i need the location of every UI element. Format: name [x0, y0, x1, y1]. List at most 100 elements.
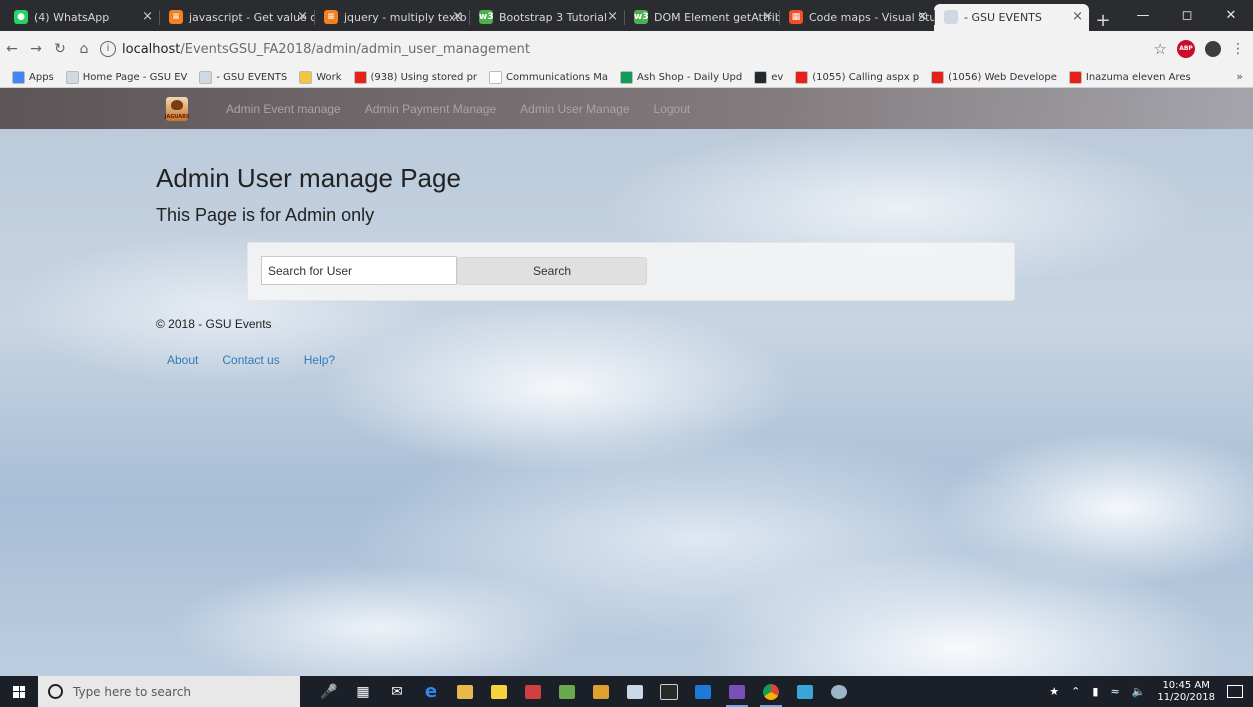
reload-icon[interactable]: ↻ — [48, 41, 72, 57]
edge-icon[interactable]: e — [414, 676, 448, 707]
menu-kebab-icon[interactable]: ⋮ — [1231, 41, 1245, 57]
clock[interactable]: 10:45 AM 11/20/2018 — [1157, 680, 1215, 704]
close-tab-icon[interactable]: × — [452, 9, 463, 25]
footer-copyright: © 2018 - GSU Events — [156, 317, 272, 331]
bookmark-star-icon[interactable]: ☆ — [1154, 40, 1167, 58]
people-icon[interactable]: ★ — [1049, 685, 1059, 698]
app-blue-icon[interactable] — [686, 676, 720, 707]
browser-tab[interactable]: - GSU EVENTS × — [934, 4, 1089, 31]
terminal-icon[interactable] — [652, 676, 686, 707]
paint-palette-icon[interactable] — [822, 676, 856, 707]
youtube-icon — [795, 70, 809, 84]
search-button[interactable]: Search — [457, 257, 647, 285]
nav-link[interactable]: Admin Event manage — [226, 102, 341, 116]
bookmark-label: Work — [316, 71, 342, 83]
microphone-icon[interactable]: 🎤 — [312, 676, 346, 707]
brand-text: JAGUARS — [164, 114, 190, 120]
bookmark-item[interactable]: (1055) Calling aspx p — [795, 70, 919, 84]
w3schools-icon: w3 — [634, 10, 649, 24]
search-user-input[interactable] — [261, 256, 457, 285]
bookmark-label: Home Page - GSU EV — [82, 71, 188, 83]
mail-icon[interactable]: ✉ — [380, 676, 414, 707]
wifi-icon[interactable]: ≈ — [1110, 685, 1119, 698]
bookmark-item[interactable]: (1056) Web Develope — [931, 70, 1057, 84]
tab-title: jquery - multiply textb — [344, 11, 467, 24]
nav-link[interactable]: Admin User Manage — [520, 102, 629, 116]
browser-tab[interactable]: w3 Bootstrap 3 Tutorial × — [469, 4, 624, 31]
tab-title: DOM Element getAttrib — [654, 11, 779, 24]
bookmarks-overflow-icon[interactable]: » — [1236, 70, 1243, 83]
app-cyan-icon[interactable] — [788, 676, 822, 707]
back-icon[interactable]: ← — [0, 41, 24, 57]
tab-title: javascript - Get value o — [189, 11, 314, 24]
site-navbar: JAGUARS Admin Event manage Admin Payment … — [0, 88, 1253, 129]
paint-icon[interactable] — [618, 676, 652, 707]
bookmark-item[interactable]: (938) Using stored pr — [353, 70, 478, 84]
bookmark-label: Inazuma eleven Ares — [1085, 71, 1191, 83]
bookmark-item[interactable]: Inazuma eleven Ares — [1068, 70, 1191, 84]
maximize-icon[interactable]: ◻ — [1165, 0, 1209, 30]
close-tab-icon[interactable]: × — [917, 9, 928, 25]
volume-icon[interactable]: 🔈 — [1132, 685, 1146, 698]
tab-title: Code maps - Visual Stu — [809, 11, 934, 24]
start-button[interactable] — [0, 676, 38, 707]
site-info-icon[interactable]: i — [100, 41, 116, 57]
new-tab-button[interactable]: + — [1089, 10, 1117, 31]
close-tab-icon[interactable]: × — [297, 9, 308, 25]
tab-list: ● (4) WhatsApp × ≡ javascript - Get value o ×… — [0, 4, 1089, 31]
whatsapp-icon: ● — [14, 10, 28, 24]
close-tab-icon[interactable]: × — [1072, 9, 1083, 25]
notifications-icon[interactable] — [1227, 685, 1243, 698]
nav-link[interactable]: Logout — [654, 102, 691, 116]
bookmark-item[interactable]: Apps — [12, 70, 54, 84]
browser-tab[interactable]: ≡ jquery - multiply textb × — [314, 4, 469, 31]
nav-links: Admin Event manage Admin Payment Manage Ad… — [226, 88, 714, 129]
app-green-icon[interactable] — [550, 676, 584, 707]
browser-tab[interactable]: ● (4) WhatsApp × — [4, 4, 159, 31]
windows-logo-icon — [13, 685, 25, 698]
apps-grid-icon — [12, 70, 25, 84]
battery-icon[interactable]: ▮ — [1092, 685, 1098, 698]
clock-time: 10:45 AM — [1162, 679, 1210, 691]
address-bar[interactable]: i localhost/EventsGSU_FA2018/admin/admin… — [100, 36, 1190, 62]
bookmark-item[interactable]: Communications Ma — [489, 70, 608, 84]
sticky-notes-icon[interactable] — [482, 676, 516, 707]
footer-link[interactable]: Contact us — [222, 353, 279, 367]
bookmark-item[interactable]: Home Page - GSU EV — [65, 70, 188, 84]
main-content: Admin User manage Page This Page is for … — [156, 160, 1016, 301]
footer-link[interactable]: Help? — [304, 353, 335, 367]
footer-link[interactable]: About — [167, 353, 198, 367]
visual-studio-icon[interactable] — [720, 676, 754, 707]
address-path: /EventsGSU_FA2018/admin/admin_user_manag… — [180, 41, 531, 57]
taskbar-search-box[interactable]: Type here to search — [38, 676, 300, 707]
adblock-icon[interactable]: ABP — [1177, 40, 1195, 58]
browser-tab[interactable]: w3 DOM Element getAttrib × — [624, 4, 779, 31]
app-red-icon[interactable] — [516, 676, 550, 707]
task-view-icon[interactable]: ▦ — [346, 676, 380, 707]
close-tab-icon[interactable]: × — [607, 9, 618, 25]
bookmark-label: (938) Using stored pr — [370, 71, 478, 83]
page-viewport: JAGUARS Admin Event manage Admin Payment … — [0, 88, 1253, 676]
page-icon — [65, 70, 79, 84]
nav-link[interactable]: Admin Payment Manage — [365, 102, 496, 116]
page-title: Admin User manage Page — [156, 163, 461, 193]
bookmark-item[interactable]: Ash Shop - Daily Upd — [620, 70, 742, 84]
bookmark-item[interactable]: ev — [754, 70, 783, 84]
bookmark-item[interactable]: - GSU EVENTS — [199, 70, 287, 84]
home-icon[interactable]: ⌂ — [72, 41, 96, 57]
file-explorer-icon[interactable] — [448, 676, 482, 707]
close-tab-icon[interactable]: × — [762, 9, 773, 25]
tray-chevron-icon[interactable]: ⌃ — [1071, 685, 1080, 698]
app-multicolor-icon[interactable] — [584, 676, 618, 707]
jaguar-logo-icon[interactable]: JAGUARS — [164, 97, 190, 121]
minimize-icon[interactable]: — — [1121, 0, 1165, 30]
chrome-icon[interactable] — [754, 676, 788, 707]
bookmark-item[interactable]: Work — [299, 70, 342, 84]
close-window-icon[interactable]: ✕ — [1209, 0, 1253, 30]
page-icon — [199, 70, 213, 84]
close-tab-icon[interactable]: × — [142, 9, 153, 25]
browser-tab[interactable]: ▦ Code maps - Visual Stu × — [779, 4, 934, 31]
forward-icon[interactable]: → — [24, 41, 48, 57]
browser-tab[interactable]: ≡ javascript - Get value o × — [159, 4, 314, 31]
extension-icon[interactable] — [1205, 41, 1221, 57]
